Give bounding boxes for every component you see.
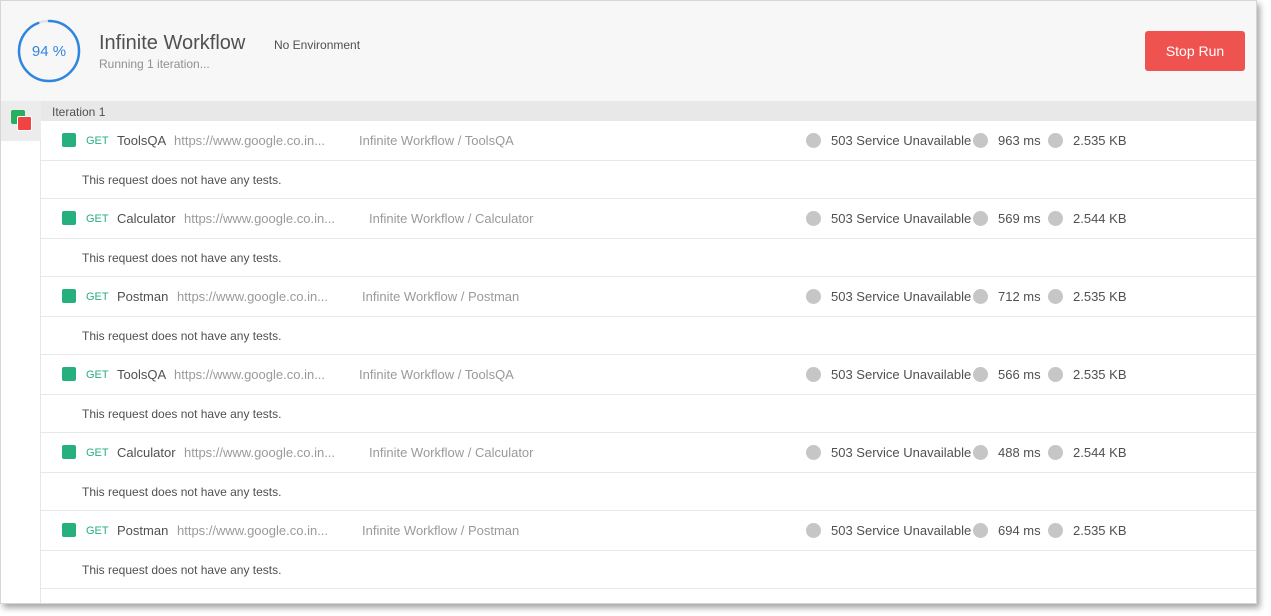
status-dot-icon: [806, 445, 821, 460]
response-time: 569 ms: [998, 211, 1041, 226]
response-time: 488 ms: [998, 445, 1041, 460]
request-path: Infinite Workflow / Postman: [362, 289, 520, 304]
response-status: 503 Service Unavailable: [831, 523, 972, 538]
response-size: 2.535 KB: [1073, 523, 1127, 538]
response-status: 503 Service Unavailable: [831, 367, 972, 382]
response-status: 503 Service Unavailable: [831, 211, 972, 226]
environment-label: No Environment: [274, 38, 361, 52]
iteration-header: Iteration 1: [41, 101, 1256, 121]
request-method: GET: [86, 525, 109, 537]
no-tests-message: This request does not have any tests.: [82, 563, 282, 577]
request-method: GET: [86, 369, 109, 381]
request-method: GET: [86, 213, 109, 225]
response-time: 566 ms: [998, 367, 1041, 382]
request-row[interactable]: GET ToolsQA https://www.google.co.in... Inf…: [41, 355, 1256, 395]
iteration-label: Iteration 1: [52, 105, 106, 119]
size-dot-icon: [1048, 523, 1063, 538]
request-list: GET ToolsQA https://www.google.co.in... Inf…: [41, 121, 1256, 589]
request-path: Infinite Workflow / Calculator: [369, 445, 534, 460]
request-name: Calculator: [117, 445, 176, 460]
request-url: https://www.google.co.in...: [174, 133, 326, 148]
size-dot-icon: [1048, 445, 1063, 460]
test-result-row: This request does not have any tests.: [41, 161, 1256, 199]
request-url: https://www.google.co.in...: [184, 211, 336, 226]
response-size: 2.535 KB: [1073, 367, 1127, 382]
request-url: https://www.google.co.in...: [174, 367, 326, 382]
request-name: Postman: [117, 523, 169, 538]
collection-title: Infinite Workflow: [99, 32, 246, 54]
request-name: ToolsQA: [117, 367, 167, 382]
request-status-square-icon: [62, 133, 76, 147]
no-tests-message: This request does not have any tests.: [82, 407, 282, 421]
response-status: 503 Service Unavailable: [831, 289, 972, 304]
response-size: 2.544 KB: [1073, 211, 1127, 226]
test-result-row: This request does not have any tests.: [41, 317, 1256, 355]
run-header: 94 % Infinite Workflow No Environment Ru…: [1, 1, 1256, 101]
request-status-square-icon: [62, 289, 76, 303]
request-status-square-icon: [62, 445, 76, 459]
time-dot-icon: [973, 133, 988, 148]
run-status: Running 1 iteration...: [99, 57, 210, 71]
response-size: 2.535 KB: [1073, 289, 1127, 304]
request-path: Infinite Workflow / ToolsQA: [359, 367, 514, 382]
status-dot-icon: [806, 289, 821, 304]
request-method: GET: [86, 291, 109, 303]
request-row[interactable]: GET Postman https://www.google.co.in... Inf…: [41, 277, 1256, 317]
request-url: https://www.google.co.in...: [184, 445, 336, 460]
response-time: 694 ms: [998, 523, 1041, 538]
status-dot-icon: [806, 211, 821, 226]
response-time: 963 ms: [998, 133, 1041, 148]
request-path: Infinite Workflow / Calculator: [369, 211, 534, 226]
test-result-row: This request does not have any tests.: [41, 551, 1256, 589]
time-dot-icon: [973, 523, 988, 538]
size-dot-icon: [1048, 367, 1063, 382]
request-row[interactable]: GET Calculator https://www.google.co.in...…: [41, 433, 1256, 473]
request-row[interactable]: GET Postman https://www.google.co.in... Inf…: [41, 511, 1256, 551]
request-row[interactable]: GET Calculator https://www.google.co.in...…: [41, 199, 1256, 239]
no-tests-message: This request does not have any tests.: [82, 173, 282, 187]
size-dot-icon: [1048, 211, 1063, 226]
response-time: 712 ms: [998, 289, 1041, 304]
request-status-square-icon: [62, 211, 76, 225]
request-name: Calculator: [117, 211, 176, 226]
request-url: https://www.google.co.in...: [177, 289, 329, 304]
runner-window: 94 % Infinite Workflow No Environment Ru…: [0, 0, 1257, 604]
request-url: https://www.google.co.in...: [177, 523, 329, 538]
test-result-row: This request does not have any tests.: [41, 473, 1256, 511]
response-status: 503 Service Unavailable: [831, 445, 972, 460]
size-dot-icon: [1048, 289, 1063, 304]
test-result-row: This request does not have any tests.: [41, 239, 1256, 277]
request-name: ToolsQA: [117, 133, 167, 148]
stop-run-button[interactable]: Stop Run: [1145, 31, 1245, 71]
no-tests-message: This request does not have any tests.: [82, 485, 282, 499]
response-status: 503 Service Unavailable: [831, 133, 972, 148]
time-dot-icon: [973, 211, 988, 226]
progress-percentage: 94 %: [31, 42, 67, 60]
iteration-selector[interactable]: [1, 101, 41, 141]
time-dot-icon: [973, 445, 988, 460]
test-result-row: This request does not have any tests.: [41, 395, 1256, 433]
fail-square-icon: [17, 116, 32, 131]
progress-ring: 94 %: [17, 19, 81, 83]
request-row[interactable]: GET ToolsQA https://www.google.co.in... Inf…: [41, 121, 1256, 161]
no-tests-message: This request does not have any tests.: [82, 251, 282, 265]
status-dot-icon: [806, 133, 821, 148]
status-dot-icon: [806, 367, 821, 382]
response-size: 2.544 KB: [1073, 445, 1127, 460]
request-method: GET: [86, 135, 109, 147]
request-status-square-icon: [62, 367, 76, 381]
request-name: Postman: [117, 289, 169, 304]
time-dot-icon: [973, 289, 988, 304]
request-path: Infinite Workflow / Postman: [362, 523, 520, 538]
response-size: 2.535 KB: [1073, 133, 1127, 148]
request-path: Infinite Workflow / ToolsQA: [359, 133, 514, 148]
iteration-gutter: [1, 101, 41, 603]
status-dot-icon: [806, 523, 821, 538]
request-status-square-icon: [62, 523, 76, 537]
request-method: GET: [86, 447, 109, 459]
time-dot-icon: [973, 367, 988, 382]
size-dot-icon: [1048, 133, 1063, 148]
no-tests-message: This request does not have any tests.: [82, 329, 282, 343]
